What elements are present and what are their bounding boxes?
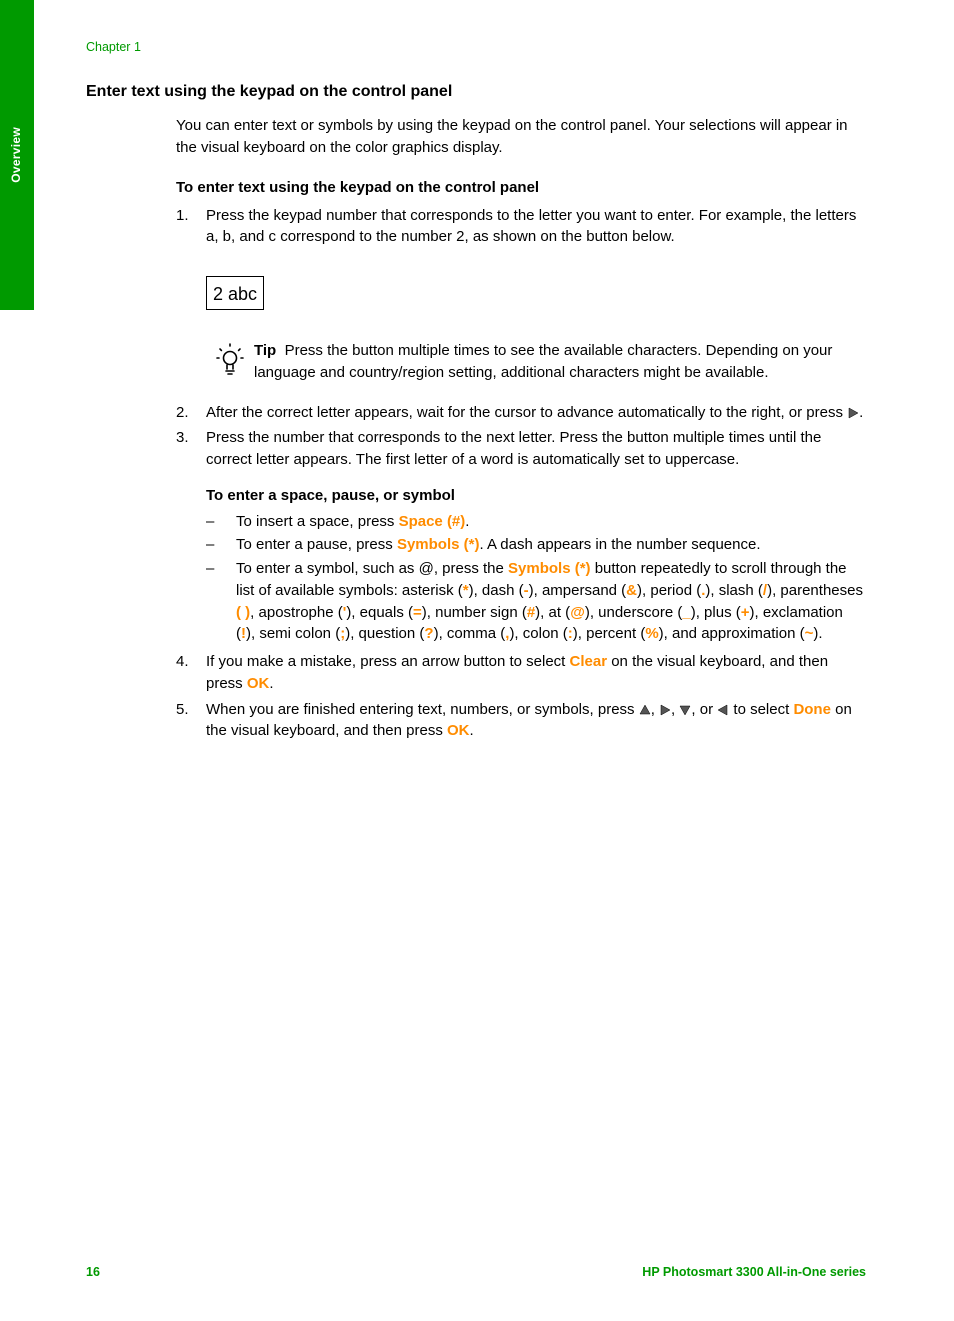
- text: ), underscore (: [585, 604, 683, 621]
- step-5: 5. When you are finished entering text, …: [176, 699, 866, 743]
- step-2-text-b: .: [859, 404, 863, 421]
- symbols-key-label: Symbols (*): [508, 560, 591, 577]
- text: To enter a symbol, such as @, press the: [236, 560, 508, 577]
- ok-label: OK: [247, 675, 270, 692]
- bullet-2: – To enter a pause, press Symbols (*). A…: [206, 534, 866, 556]
- sym: ?: [424, 625, 433, 642]
- text: ), semi colon (: [246, 625, 340, 642]
- text: ), dash (: [469, 582, 524, 599]
- text: .: [465, 513, 469, 530]
- sub-procedure-heading: To enter a space, pause, or symbol: [206, 485, 866, 507]
- arrow-right-icon: [659, 704, 671, 716]
- arrow-down-icon: [679, 704, 691, 716]
- product-name: HP Photosmart 3300 All-in-One series: [642, 1263, 866, 1281]
- text: ), slash (: [705, 582, 763, 599]
- page-number: 16: [86, 1263, 100, 1281]
- bullet-list: – To insert a space, press Space (#). – …: [206, 511, 866, 646]
- page-footer: 16 HP Photosmart 3300 All-in-One series: [86, 1263, 866, 1281]
- text: ), colon (: [509, 625, 567, 642]
- step-body: Press the keypad number that corresponds…: [206, 205, 866, 398]
- keypad-button-graphic: 2 abc: [206, 276, 264, 310]
- text: ), number sign (: [422, 604, 527, 621]
- step-3: 3. Press the number that corresponds to …: [176, 427, 866, 647]
- sym: %: [645, 625, 658, 642]
- sym: ( ): [236, 604, 250, 621]
- text: ), at (: [535, 604, 570, 621]
- ok-label: OK: [447, 722, 470, 739]
- step-number: 5.: [176, 699, 206, 743]
- step-number: 3.: [176, 427, 206, 647]
- section-heading: Enter text using the keypad on the contr…: [86, 80, 866, 103]
- step-2: 2. After the correct letter appears, wai…: [176, 402, 866, 424]
- text: When you are finished entering text, num…: [206, 701, 639, 718]
- step-1: 1. Press the keypad number that correspo…: [176, 205, 866, 398]
- chapter-label: Chapter 1: [86, 38, 866, 56]
- text: ,: [651, 701, 659, 718]
- sym: &: [626, 582, 637, 599]
- text: ).: [813, 625, 822, 642]
- text: ), and approximation (: [659, 625, 805, 642]
- symbols-key-label: Symbols (*): [397, 536, 480, 553]
- clear-label: Clear: [570, 653, 608, 670]
- text: , apostrophe (: [250, 604, 343, 621]
- page-content: Chapter 1 Enter text using the keypad on…: [86, 38, 866, 746]
- dash-icon: –: [206, 558, 236, 645]
- tip-text: Press the button multiple times to see t…: [254, 342, 832, 381]
- step-number: 4.: [176, 651, 206, 695]
- text: .: [469, 722, 473, 739]
- bullet-body: To insert a space, press Space (#).: [236, 511, 866, 533]
- text: If you make a mistake, press an arrow bu…: [206, 653, 570, 670]
- step-body: After the correct letter appears, wait f…: [206, 402, 866, 424]
- step-body: When you are finished entering text, num…: [206, 699, 866, 743]
- step-list: 1. Press the keypad number that correspo…: [176, 205, 866, 743]
- tip-body: Tip Press the button multiple times to s…: [254, 340, 866, 384]
- step-3-text: Press the number that corresponds to the…: [206, 427, 866, 471]
- tip-label: Tip: [254, 342, 276, 359]
- step-2-text-a: After the correct letter appears, wait f…: [206, 404, 847, 421]
- sym: +: [741, 604, 750, 621]
- tip-block: Tip Press the button multiple times to s…: [206, 340, 866, 384]
- sym: _: [682, 604, 690, 621]
- text: . A dash appears in the number sequence.: [479, 536, 760, 553]
- sym: @: [570, 604, 585, 621]
- bullet-body: To enter a pause, press Symbols (*). A d…: [236, 534, 866, 556]
- text: ), comma (: [434, 625, 506, 642]
- text: ,: [671, 701, 679, 718]
- step-1-text: Press the keypad number that corresponds…: [206, 205, 866, 249]
- bullet-body: To enter a symbol, such as @, press the …: [236, 558, 866, 645]
- bullet-1: – To insert a space, press Space (#).: [206, 511, 866, 533]
- arrow-up-icon: [639, 704, 651, 716]
- arrow-left-icon: [717, 704, 729, 716]
- space-key-label: Space (#): [399, 513, 466, 530]
- dash-icon: –: [206, 534, 236, 556]
- text: ), plus (: [691, 604, 741, 621]
- text: to select: [729, 701, 793, 718]
- tip-lightbulb-icon: [206, 340, 254, 384]
- text: , or: [691, 701, 717, 718]
- text: To enter a pause, press: [236, 536, 397, 553]
- sym: #: [527, 604, 535, 621]
- dash-icon: –: [206, 511, 236, 533]
- text: ), equals (: [346, 604, 413, 621]
- text: ), period (: [637, 582, 701, 599]
- step-number: 1.: [176, 205, 206, 398]
- step-4: 4. If you make a mistake, press an arrow…: [176, 651, 866, 695]
- text: .: [269, 675, 273, 692]
- text: ), parentheses: [767, 582, 863, 599]
- side-tab: Overview: [0, 0, 34, 310]
- sym: =: [413, 604, 422, 621]
- text: To insert a space, press: [236, 513, 399, 530]
- text: ), ampersand (: [529, 582, 627, 599]
- intro-paragraph: You can enter text or symbols by using t…: [176, 115, 866, 159]
- step-number: 2.: [176, 402, 206, 424]
- text: ), percent (: [573, 625, 646, 642]
- step-body: Press the number that corresponds to the…: [206, 427, 866, 647]
- bullet-3: – To enter a symbol, such as @, press th…: [206, 558, 866, 645]
- side-tab-label: Overview: [8, 127, 25, 183]
- arrow-right-icon: [847, 407, 859, 419]
- done-label: Done: [793, 701, 831, 718]
- step-body: If you make a mistake, press an arrow bu…: [206, 651, 866, 695]
- text: ), question (: [345, 625, 424, 642]
- procedure-heading: To enter text using the keypad on the co…: [176, 177, 866, 199]
